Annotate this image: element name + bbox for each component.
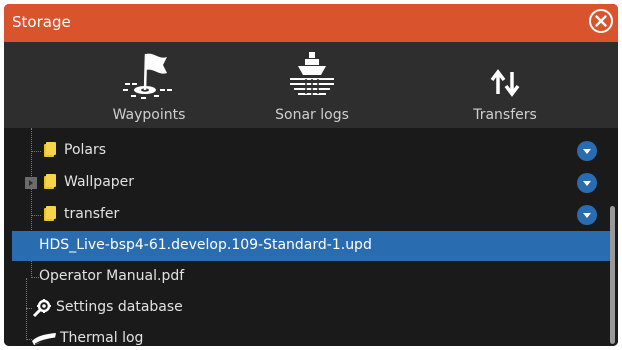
chevron-down-icon[interactable]: [577, 141, 597, 161]
list-item[interactable]: Wallpaper: [12, 168, 613, 198]
list-item-label: Wallpaper: [64, 174, 135, 190]
tree-branch: [31, 277, 39, 278]
toolbar: Waypoints Sonar logs Transfers: [4, 42, 618, 128]
close-icon[interactable]: [588, 8, 614, 34]
dialog-title: Storage: [12, 13, 71, 31]
list-item[interactable]: Operator Manual.pdf: [12, 262, 613, 292]
list-item-label: Thermal log: [60, 330, 144, 346]
storage-dialog: Storage Waypoints Sonar logs Transfers P…: [4, 4, 618, 346]
chevron-down-icon[interactable]: [577, 173, 597, 193]
list-item[interactable]: Polars: [12, 136, 613, 166]
transfers-button[interactable]: Transfers: [405, 42, 605, 128]
list-item[interactable]: transfer: [12, 200, 613, 230]
scrollbar[interactable]: [610, 206, 615, 344]
list-item-label: HDS_Live-bsp4-61.develop.109-Standard-1.…: [39, 237, 372, 253]
title-bar: Storage: [4, 4, 618, 42]
list-item-label: transfer: [64, 206, 120, 222]
folder-icon: [44, 142, 56, 157]
waypoint-flag-icon: [123, 53, 172, 99]
file-list: Polars Wallpaper transfer HDS_Live-bsp4-…: [4, 128, 618, 346]
tree-branch: [31, 151, 41, 152]
sonar-boat-icon: [290, 52, 334, 97]
folder-icon: [44, 206, 56, 221]
list-item[interactable]: Thermal log: [12, 324, 613, 346]
transfers-label: Transfers: [473, 107, 537, 123]
list-item-selected[interactable]: HDS_Live-bsp4-61.develop.109-Standard-1.…: [12, 231, 613, 261]
sonar-logs-button[interactable]: Sonar logs: [212, 42, 412, 128]
settings-icon: [32, 299, 51, 318]
chevron-down-icon[interactable]: [577, 205, 597, 225]
transfer-arrows-icon: [490, 69, 520, 97]
expand-icon[interactable]: [25, 177, 37, 189]
list-item[interactable]: Settings database: [12, 293, 613, 323]
thermal-log-icon: [32, 333, 56, 345]
list-item-label: Operator Manual.pdf: [39, 268, 185, 284]
list-item-label: Polars: [64, 142, 107, 158]
tree-branch: [31, 215, 41, 216]
folder-icon: [44, 174, 56, 189]
list-item-label: Settings database: [56, 299, 183, 315]
sonar-logs-label: Sonar logs: [275, 107, 349, 123]
